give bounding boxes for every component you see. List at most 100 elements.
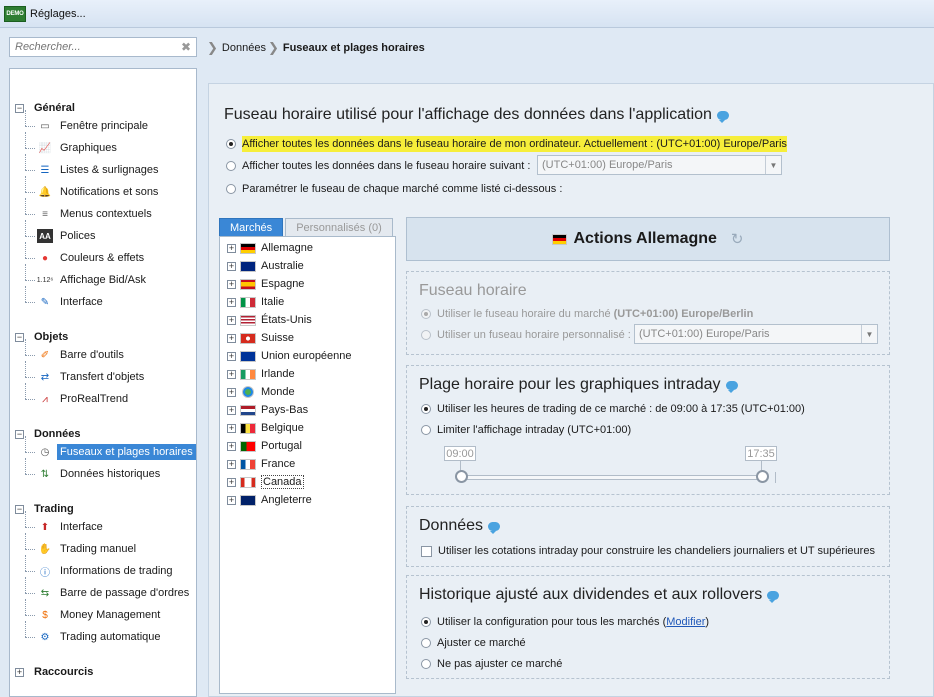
- sidebar-item-1-2[interactable]: ⩘ ProRealTrend: [25, 383, 131, 409]
- tree-group-0[interactable]: − Général: [15, 100, 75, 116]
- collapse-icon[interactable]: −: [15, 429, 24, 439]
- market-name: France: [261, 458, 296, 470]
- market-item[interactable]: + Portugal: [227, 437, 302, 455]
- expand-icon[interactable]: +: [227, 477, 236, 487]
- expand-icon[interactable]: +: [227, 369, 236, 379]
- expand-icon[interactable]: +: [15, 667, 24, 677]
- market-item[interactable]: + Monde: [227, 383, 295, 401]
- tab-markets[interactable]: Marchés: [219, 218, 284, 237]
- sidebar-item-3-0[interactable]: ⬆ Interface: [25, 511, 106, 537]
- radio-fixed-timezone[interactable]: [226, 161, 236, 171]
- collapse-icon[interactable]: −: [15, 504, 24, 514]
- market-item[interactable]: + États-Unis: [227, 311, 312, 329]
- collapse-icon[interactable]: −: [15, 332, 24, 342]
- sidebar-item-3-3[interactable]: ⇆ Barre de passage d'ordres: [25, 577, 192, 603]
- expand-icon[interactable]: +: [227, 405, 236, 415]
- toolbar-icon: ✐: [40, 349, 50, 361]
- market-item[interactable]: + Angleterre: [227, 491, 312, 509]
- modify-link[interactable]: Modifier: [666, 616, 705, 628]
- fixed-timezone-select[interactable]: (UTC+01:00) Europe/Paris ▼: [537, 155, 782, 175]
- tree-group-4[interactable]: + Raccourcis: [15, 664, 93, 680]
- market-item[interactable]: + Italie: [227, 293, 284, 311]
- sidebar-item-2-1[interactable]: ⇅ Données historiques: [25, 458, 163, 484]
- data-section: Données Utiliser les cotations intraday …: [406, 506, 890, 567]
- market-item[interactable]: + Espagne: [227, 275, 304, 293]
- tab-custom[interactable]: Personnalisés (0): [285, 218, 393, 237]
- sidebar-item-0-0[interactable]: ▭ Fenêtre principale: [25, 110, 151, 136]
- expand-icon[interactable]: +: [227, 423, 236, 433]
- sidebar-item-3-5[interactable]: ⚙ Trading automatique: [25, 621, 164, 647]
- sidebar-item-3-2[interactable]: ⓘ Informations de trading: [25, 555, 176, 581]
- market-item[interactable]: + Belgique: [227, 419, 304, 437]
- sidebar-item-0-8[interactable]: ✎ Interface: [25, 286, 106, 312]
- help-bubble-icon[interactable]: [725, 380, 738, 393]
- search-box[interactable]: ✖: [9, 37, 197, 57]
- breadcrumb-parent[interactable]: Données: [222, 42, 266, 54]
- radio-adjust-market[interactable]: [421, 638, 431, 648]
- reset-icon[interactable]: ↻: [731, 230, 744, 248]
- ca-flag-icon: [240, 476, 256, 488]
- sidebar-item-1-1[interactable]: ⇄ Transfert d'objets: [25, 361, 147, 387]
- sidebar-item-2-0[interactable]: ◷ Fuseaux et plages horaires: [25, 436, 196, 462]
- expand-icon[interactable]: +: [227, 441, 236, 451]
- market-item[interactable]: + France: [227, 455, 295, 473]
- radio-limit-intraday[interactable]: [421, 425, 431, 435]
- tree-group-3[interactable]: − Trading: [15, 501, 74, 517]
- expand-icon[interactable]: +: [227, 495, 236, 505]
- tree-group-1[interactable]: − Objets: [15, 329, 68, 345]
- history-global-config-suffix: ): [705, 616, 710, 628]
- sidebar-item-0-4[interactable]: ≡ Menus contextuels: [25, 198, 155, 224]
- search-input[interactable]: [15, 41, 175, 53]
- intraday-candles-checkbox[interactable]: [421, 545, 432, 557]
- timezone-option-fixed[interactable]: Afficher toutes les données dans le fuse…: [226, 160, 530, 172]
- expand-icon[interactable]: +: [227, 351, 236, 361]
- collapse-icon[interactable]: −: [15, 103, 24, 113]
- market-item[interactable]: + Irlande: [227, 365, 295, 383]
- slider-start-handle[interactable]: [455, 470, 468, 483]
- expand-icon[interactable]: +: [227, 261, 236, 271]
- sidebar-item-0-2[interactable]: ☰ Listes & surlignages: [25, 154, 161, 180]
- sidebar-item-0-3[interactable]: 🔔 Notifications et sons: [25, 176, 161, 202]
- expand-icon[interactable]: +: [227, 297, 236, 307]
- history-adjust-option[interactable]: Ajuster ce marché: [421, 637, 526, 649]
- timezone-option-per-market[interactable]: Paramétrer le fuseau de chaque marché co…: [226, 183, 562, 195]
- expand-icon[interactable]: +: [227, 279, 236, 289]
- expand-icon[interactable]: +: [227, 315, 236, 325]
- market-item[interactable]: + Canada: [227, 473, 304, 491]
- sidebar-item-0-5[interactable]: AA Polices: [25, 220, 98, 246]
- market-item[interactable]: + Allemagne: [227, 239, 313, 257]
- sidebar-item-3-1[interactable]: ✋ Trading manuel: [25, 533, 139, 559]
- slider-end-handle[interactable]: [756, 470, 769, 483]
- help-bubble-icon[interactable]: [767, 590, 780, 603]
- radio-no-adjust-market[interactable]: [421, 659, 431, 669]
- sidebar-item-1-0[interactable]: ✐ Barre d'outils: [25, 339, 127, 365]
- help-bubble-icon[interactable]: [716, 110, 729, 123]
- market-item[interactable]: + Suisse: [227, 329, 294, 347]
- radio-trading-hours[interactable]: [421, 404, 431, 414]
- intraday-candles-option[interactable]: Utiliser les cotations intraday pour con…: [421, 545, 875, 557]
- sidebar-item-3-4[interactable]: $ Money Management: [25, 599, 163, 625]
- market-item[interactable]: + Pays-Bas: [227, 401, 308, 419]
- clock-icon: ◷: [40, 446, 50, 458]
- intraday-limit-option[interactable]: Limiter l'affichage intraday (UTC+01:00): [421, 424, 631, 436]
- history-global-config-option[interactable]: Utiliser la configuration pour tous les …: [421, 616, 709, 628]
- radio-global-config[interactable]: [421, 617, 431, 627]
- sidebar-item-0-6[interactable]: ● Couleurs & effets: [25, 242, 147, 268]
- clear-search-icon[interactable]: ✖: [181, 40, 191, 54]
- expand-icon[interactable]: +: [227, 459, 236, 469]
- sidebar-item-0-7[interactable]: 1.12⁶ Affichage Bid/Ask: [25, 264, 149, 290]
- help-bubble-icon[interactable]: [488, 521, 501, 534]
- market-item[interactable]: + Union européenne: [227, 347, 352, 365]
- history-no-adjust-option[interactable]: Ne pas ajuster ce marché: [421, 658, 562, 670]
- radio-per-market-timezone[interactable]: [226, 184, 236, 194]
- intraday-trading-hours-option[interactable]: Utiliser les heures de trading de ce mar…: [421, 403, 805, 415]
- timezone-option-computer[interactable]: Afficher toutes les données dans le fuse…: [226, 136, 787, 152]
- expand-icon[interactable]: +: [227, 333, 236, 343]
- expand-icon[interactable]: +: [227, 243, 236, 253]
- expand-icon[interactable]: +: [227, 387, 236, 397]
- slider-max-tick: [775, 472, 776, 483]
- chevron-down-icon[interactable]: ▼: [765, 156, 781, 174]
- sidebar-item-0-1[interactable]: 📈 Graphiques: [25, 132, 120, 158]
- radio-computer-timezone[interactable]: [226, 139, 236, 149]
- market-item[interactable]: + Australie: [227, 257, 304, 275]
